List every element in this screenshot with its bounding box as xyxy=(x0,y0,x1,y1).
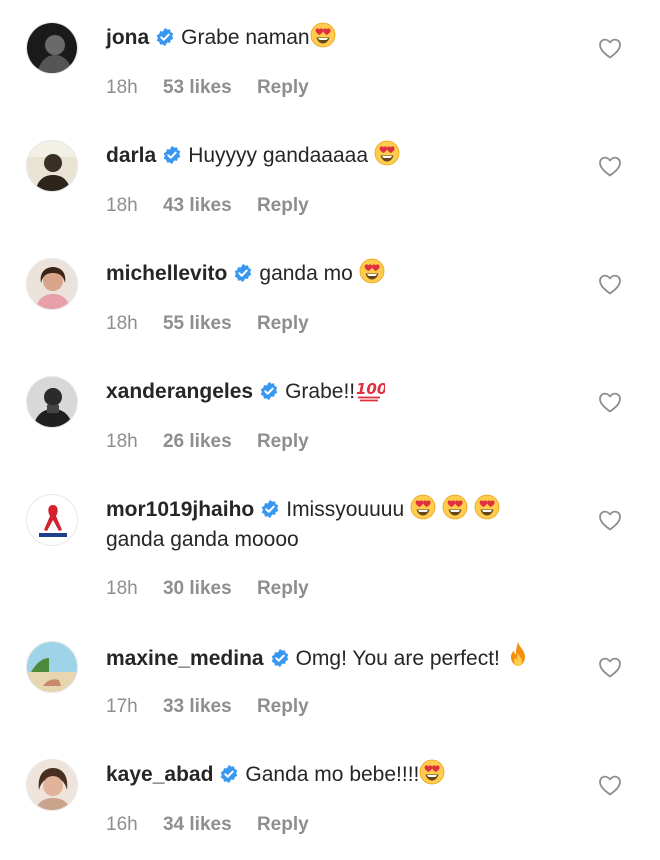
comment-body: Omg! You are perfect! xyxy=(295,647,500,670)
verified-badge-icon xyxy=(219,764,239,784)
verified-badge-icon xyxy=(233,263,253,283)
likes-count[interactable]: 34 likes xyxy=(163,814,232,835)
hundred-points-emoji-icon xyxy=(355,376,385,402)
comment-time: 18h xyxy=(106,195,138,216)
comment-text: darla Huyyyy gandaaaaa xyxy=(106,140,576,171)
comment-time: 16h xyxy=(106,814,138,835)
username[interactable]: mor1019jhaiho xyxy=(106,498,254,521)
avatar[interactable] xyxy=(26,258,78,310)
comment-time: 17h xyxy=(106,696,138,717)
heart-eyes-emoji-icon xyxy=(442,494,468,520)
comment-meta: 18h 53 likes Reply xyxy=(106,77,329,99)
comment-body-line-2: ganda ganda moooo xyxy=(106,528,299,551)
like-heart-icon[interactable] xyxy=(598,774,622,796)
username[interactable]: michellevito xyxy=(106,262,227,285)
comment-text: michellevito ganda mo xyxy=(106,258,576,289)
verified-badge-icon xyxy=(155,27,175,47)
username[interactable]: maxine_medina xyxy=(106,647,264,670)
verified-badge-icon xyxy=(259,381,279,401)
likes-count[interactable]: 55 likes xyxy=(163,313,232,334)
avatar[interactable] xyxy=(26,376,78,428)
comment-body: Huyyyy gandaaaaa xyxy=(188,144,368,167)
avatar[interactable] xyxy=(26,759,78,811)
heart-eyes-emoji-icon xyxy=(310,22,336,48)
heart-eyes-emoji-icon xyxy=(359,258,385,284)
comment-body: Grabe!! xyxy=(285,380,356,403)
heart-eyes-emoji-icon xyxy=(474,494,500,520)
comment-meta: 18h 43 likes Reply xyxy=(106,195,329,217)
reply-button[interactable]: Reply xyxy=(257,696,309,717)
verified-badge-icon xyxy=(162,145,182,165)
comment-time: 18h xyxy=(106,77,138,98)
likes-count[interactable]: 43 likes xyxy=(163,195,232,216)
reply-button[interactable]: Reply xyxy=(257,195,309,216)
verified-badge-icon xyxy=(270,648,290,668)
comment-body: Grabe naman xyxy=(181,26,310,49)
comment-time: 18h xyxy=(106,578,138,599)
reply-button[interactable]: Reply xyxy=(257,814,309,835)
heart-eyes-emoji-icon xyxy=(419,759,445,785)
reply-button[interactable]: Reply xyxy=(257,431,309,452)
reply-button[interactable]: Reply xyxy=(257,313,309,334)
username[interactable]: kaye_abad xyxy=(106,763,213,786)
comment-meta: 18h 55 likes Reply xyxy=(106,313,329,335)
heart-eyes-emoji-icon xyxy=(410,494,436,520)
username[interactable]: darla xyxy=(106,144,156,167)
like-heart-icon[interactable] xyxy=(598,391,622,413)
like-heart-icon[interactable] xyxy=(598,273,622,295)
comment-body: Ganda mo bebe!!!! xyxy=(245,763,420,786)
heart-eyes-emoji-icon xyxy=(374,140,400,166)
fire-emoji-icon xyxy=(506,641,530,669)
comment-text: kaye_abad Ganda mo bebe!!!! xyxy=(106,759,576,790)
comment-text: mor1019jhaiho Imissyouuuu ganda ganda moo… xyxy=(106,494,576,555)
avatar[interactable] xyxy=(26,140,78,192)
comment-time: 18h xyxy=(106,313,138,334)
comment-body: ganda mo xyxy=(259,262,353,285)
comment-meta: 18h 30 likes Reply xyxy=(106,578,329,600)
username[interactable]: jona xyxy=(106,26,149,49)
comment-meta: 18h 26 likes Reply xyxy=(106,431,329,453)
likes-count[interactable]: 53 likes xyxy=(163,77,232,98)
username[interactable]: xanderangeles xyxy=(106,380,253,403)
likes-count[interactable]: 26 likes xyxy=(163,431,232,452)
like-heart-icon[interactable] xyxy=(598,656,622,678)
comment-time: 18h xyxy=(106,431,138,452)
likes-count[interactable]: 30 likes xyxy=(163,578,232,599)
comment-meta: 17h 33 likes Reply xyxy=(106,696,329,718)
reply-button[interactable]: Reply xyxy=(257,77,309,98)
like-heart-icon[interactable] xyxy=(598,155,622,177)
likes-count[interactable]: 33 likes xyxy=(163,696,232,717)
reply-button[interactable]: Reply xyxy=(257,578,309,599)
comment-text: jona Grabe naman xyxy=(106,22,576,53)
like-heart-icon[interactable] xyxy=(598,37,622,59)
comment-body: Imissyouuuu xyxy=(286,498,405,521)
verified-badge-icon xyxy=(260,499,280,519)
avatar[interactable] xyxy=(26,494,78,546)
comment-text: maxine_medina Omg! You are perfect! xyxy=(106,641,576,674)
like-heart-icon[interactable] xyxy=(598,509,622,531)
comment-meta: 16h 34 likes Reply xyxy=(106,814,329,836)
avatar[interactable] xyxy=(26,641,78,693)
comment-text: xanderangeles Grabe!! xyxy=(106,376,576,407)
avatar[interactable] xyxy=(26,22,78,74)
